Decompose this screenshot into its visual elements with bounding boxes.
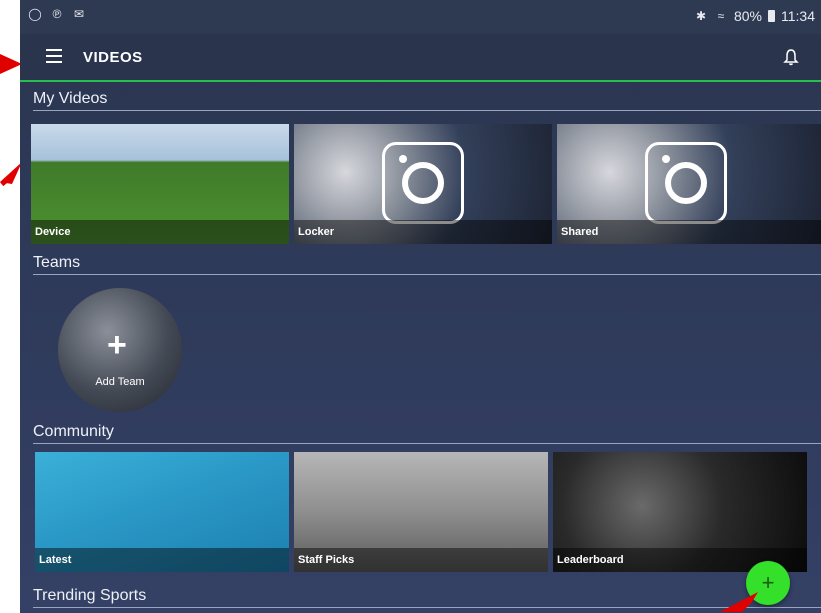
bluetooth-icon: ✱ (695, 9, 706, 23)
tablet-screen: ◯ ℗ ✉ ✱ ≈ 80% 11:34 VIDEOS My Videos Dev… (20, 0, 821, 613)
tile-staff-picks[interactable]: Staff Picks (294, 452, 548, 572)
battery-percent: 80% (733, 8, 762, 24)
camera-icon (645, 142, 727, 224)
annotation-arrow-fab (720, 592, 758, 612)
clock: 11:34 (781, 8, 815, 24)
battery-icon (768, 10, 775, 22)
mail-icon: ✉ (73, 7, 85, 21)
add-team-label: Add Team (95, 376, 145, 388)
hamburger-menu-icon[interactable] (46, 49, 62, 63)
app-notification-icon: ◯ (28, 7, 42, 21)
section-divider (33, 443, 821, 444)
tile-label: Latest (35, 548, 289, 572)
tile-label: Locker (294, 220, 552, 244)
signal-notification-icon: ℗ (52, 7, 62, 21)
camera-icon (382, 142, 464, 224)
section-title-my-videos: My Videos (33, 90, 108, 107)
tile-latest[interactable]: Latest (35, 452, 289, 572)
add-team-button[interactable]: + Add Team (58, 288, 182, 412)
section-title-trending-sports: Trending Sports (33, 587, 147, 604)
plus-icon: + (107, 326, 127, 364)
notification-bell-icon[interactable] (783, 48, 799, 66)
tile-label: Shared (557, 220, 821, 244)
section-title-teams: Teams (33, 254, 81, 271)
tile-shared[interactable]: Shared (557, 124, 821, 244)
tile-device[interactable]: Device (31, 124, 289, 244)
section-divider (33, 110, 821, 111)
section-divider (33, 607, 821, 608)
tile-label: Device (31, 220, 289, 244)
tile-label: Staff Picks (294, 548, 548, 572)
section-divider (33, 274, 821, 275)
tile-locker[interactable]: Locker (294, 124, 552, 244)
tile-leaderboard[interactable]: Leaderboard (553, 452, 807, 572)
section-title-community: Community (33, 423, 114, 440)
wifi-icon: ≈ (717, 9, 725, 23)
status-bar: ◯ ℗ ✉ ✱ ≈ 80% 11:34 (20, 0, 821, 34)
app-bar: VIDEOS (20, 34, 821, 82)
page-title: VIDEOS (83, 49, 143, 66)
